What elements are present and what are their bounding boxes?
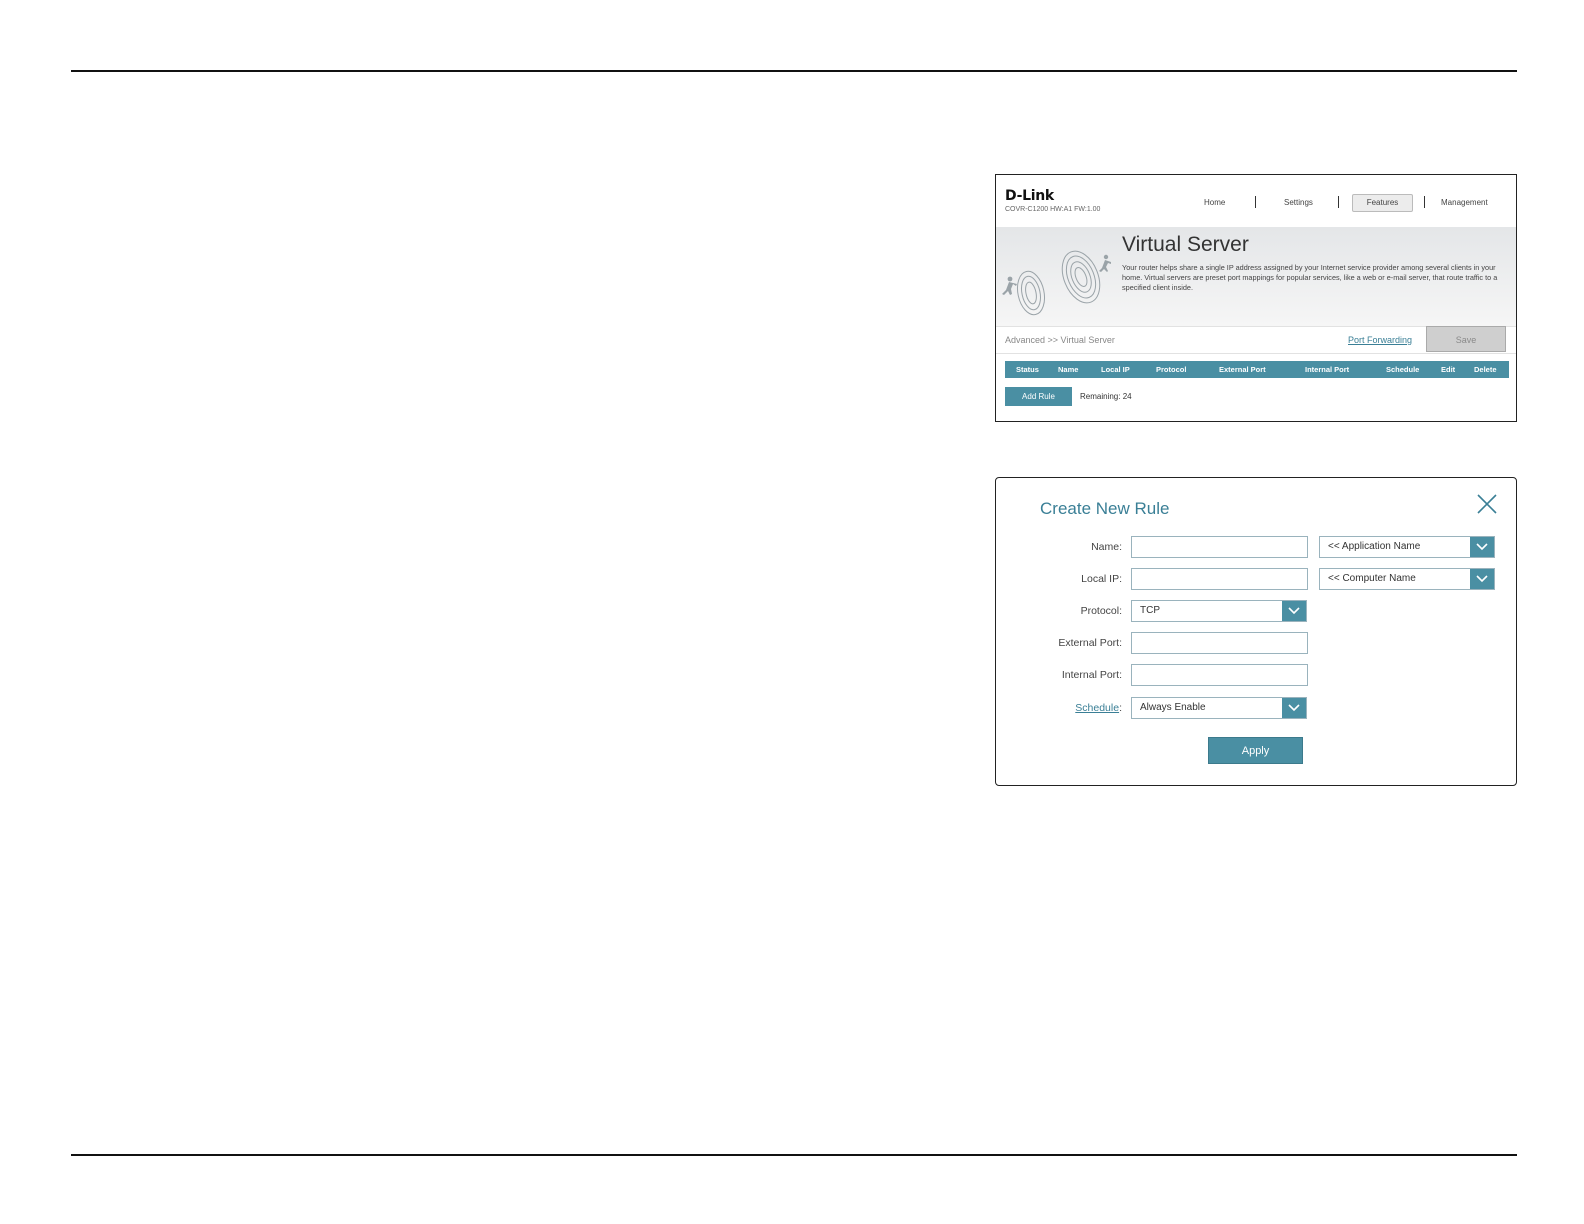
nav-features[interactable]: Features	[1352, 194, 1413, 212]
create-rule-dialog: Create New Rule Name: << Application Nam…	[995, 477, 1517, 786]
column-header: Internal Port	[1305, 365, 1350, 374]
nav-separator	[1255, 196, 1256, 208]
nav-separator	[1424, 196, 1425, 208]
model-info: COVR-C1200 HW:A1 FW:1.00	[1005, 206, 1101, 213]
apply-button[interactable]: Apply	[1208, 737, 1303, 764]
local-ip-label: Local IP:	[1081, 573, 1122, 585]
nav-management[interactable]: Management	[1441, 198, 1488, 207]
protocol-select-value: TCP	[1140, 605, 1160, 616]
rules-table-header: Status Name Local IP Protocol External P…	[1005, 361, 1509, 378]
breadcrumb: Advanced >> Virtual Server	[1005, 335, 1115, 345]
page-title: Virtual Server	[1122, 233, 1249, 256]
schedule-link[interactable]: Schedule	[1075, 702, 1119, 714]
computer-name-select-value: << Computer Name	[1328, 573, 1416, 584]
schedule-select-value: Always Enable	[1140, 702, 1206, 713]
save-button[interactable]: Save	[1426, 326, 1506, 352]
top-divider	[71, 70, 1517, 72]
page-toolbar: Advanced >> Virtual Server Port Forwardi…	[996, 326, 1516, 354]
add-rule-button[interactable]: Add Rule	[1005, 387, 1072, 406]
close-icon[interactable]	[1476, 493, 1498, 515]
nav-settings[interactable]: Settings	[1284, 198, 1313, 207]
internal-port-input[interactable]	[1131, 664, 1308, 686]
column-header: Status	[1016, 365, 1039, 374]
name-input[interactable]	[1131, 536, 1308, 558]
column-header: Edit	[1441, 365, 1456, 374]
external-port-input[interactable]	[1131, 632, 1308, 654]
application-name-select-value: << Application Name	[1328, 541, 1421, 552]
virtual-server-screenshot: D-Link COVR-C1200 HW:A1 FW:1.00 Home Set…	[995, 174, 1517, 422]
router-header: D-Link COVR-C1200 HW:A1 FW:1.00 Home Set…	[996, 175, 1516, 228]
schedule-label: Schedule:	[1075, 702, 1122, 714]
page-hero: Virtual Server Your router helps share a…	[996, 227, 1516, 326]
chevron-down-icon[interactable]	[1470, 537, 1494, 557]
local-ip-input[interactable]	[1131, 568, 1308, 590]
bottom-divider	[71, 1154, 1517, 1156]
chevron-down-icon[interactable]	[1282, 601, 1306, 621]
column-header: Delete	[1474, 365, 1497, 374]
dialog-title: Create New Rule	[1040, 499, 1170, 518]
nav-home[interactable]: Home	[1204, 198, 1225, 207]
port-forwarding-link[interactable]: Port Forwarding	[1348, 335, 1412, 345]
name-label: Name:	[1091, 541, 1122, 553]
column-header: Protocol	[1156, 365, 1187, 374]
chevron-down-icon[interactable]	[1470, 569, 1494, 589]
internal-port-label: Internal Port:	[1061, 669, 1122, 681]
nav-separator	[1338, 196, 1339, 208]
protocol-label: Protocol:	[1080, 605, 1122, 617]
computer-name-select[interactable]: << Computer Name	[1319, 568, 1495, 590]
application-name-select[interactable]: << Application Name	[1319, 536, 1495, 558]
column-header: Local IP	[1101, 365, 1130, 374]
external-port-label: External Port:	[1058, 637, 1122, 649]
remaining-count: Remaining: 24	[1080, 392, 1132, 401]
page-description: Your router helps share a single IP addr…	[1122, 263, 1498, 292]
schedule-select[interactable]: Always Enable	[1131, 697, 1307, 719]
column-header: Schedule	[1386, 365, 1420, 374]
column-header: External Port	[1219, 365, 1266, 374]
chevron-down-icon[interactable]	[1282, 698, 1306, 718]
protocol-select[interactable]: TCP	[1131, 600, 1307, 622]
column-header: Name	[1058, 365, 1079, 374]
dlink-logo: D-Link	[1005, 188, 1054, 204]
hero-graphic	[1002, 250, 1111, 316]
